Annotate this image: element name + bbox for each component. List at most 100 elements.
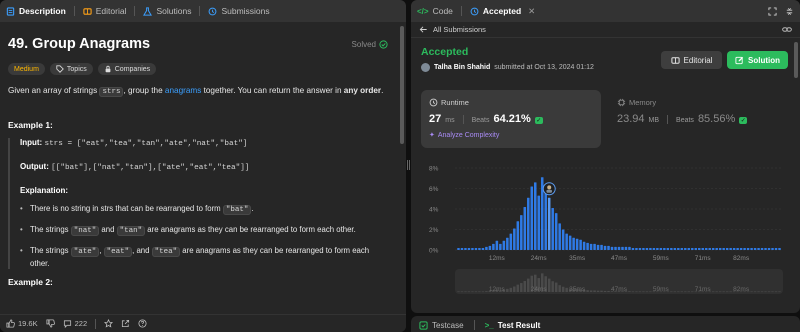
help-icon[interactable]	[138, 319, 147, 328]
comments-button[interactable]: 222	[63, 319, 87, 328]
chart-bar	[499, 243, 502, 250]
chart-bar	[474, 247, 478, 250]
chart-bar	[596, 244, 600, 250]
chart-bar	[488, 245, 492, 250]
tab-test-result[interactable]: >_ Test Result	[485, 321, 541, 330]
topics-button[interactable]: Topics	[49, 63, 93, 75]
analyze-complexity-button[interactable]: ✦ Analyze Complexity	[429, 131, 593, 140]
star-icon[interactable]	[104, 319, 114, 328]
maximize-icon[interactable]	[768, 6, 777, 16]
link-icon[interactable]	[782, 25, 792, 34]
input-value: strs = ["eat","tea","tan","ate","nat","b…	[44, 140, 248, 148]
avatar[interactable]	[421, 63, 430, 72]
runtime-card[interactable]: Runtime 27 ms Beats 64.21% ✓ ✦ Analyze C…	[421, 90, 601, 148]
chart-bar	[725, 247, 729, 250]
chart-bar	[715, 247, 718, 250]
panel-resize-handle[interactable]	[407, 160, 410, 170]
username[interactable]: Talha Bin Shahid	[434, 64, 490, 71]
overview-tick-label: 59ms	[653, 286, 670, 293]
result-scrollbar[interactable]	[794, 42, 798, 78]
history-icon	[470, 7, 479, 16]
tab-code[interactable]: </> Code	[417, 6, 453, 16]
tab-test-result-label: Test Result	[497, 320, 541, 330]
y-tick-label: 8%	[429, 166, 439, 173]
editorial-button[interactable]: Editorial	[661, 51, 722, 69]
inline-code: "nat"	[70, 226, 100, 236]
problem-tabbar: Description Editorial Solutions Submissi…	[0, 0, 406, 22]
stat-divider	[667, 114, 669, 124]
history-icon	[208, 7, 217, 16]
overview-bar	[561, 286, 565, 292]
chart-bar	[572, 237, 575, 250]
bullet-text: and	[99, 225, 117, 234]
tab-solutions[interactable]: Solutions	[143, 6, 191, 16]
tab-code-label: Code	[432, 6, 453, 16]
tab-editorial[interactable]: Editorial	[83, 6, 127, 16]
problem-statement: Given an array of strings strs, group th…	[8, 85, 388, 98]
memory-unit: MB	[648, 117, 660, 124]
tab-accepted-label: Accepted	[482, 6, 522, 16]
chart-bar	[593, 243, 596, 250]
tab-description[interactable]: Description	[6, 6, 66, 16]
thumbs-up-icon	[6, 319, 15, 328]
solution-button[interactable]: Solution	[727, 51, 788, 69]
overview-bar	[722, 291, 725, 293]
submission-time: submitted at Oct 13, 2024 01:12	[494, 64, 594, 71]
y-tick-label: 4%	[429, 207, 439, 214]
overview-bar	[558, 285, 561, 292]
overview-bar	[638, 291, 642, 293]
x-tick-label: 59ms	[653, 255, 670, 262]
runtime-row: 27 ms Beats 64.21% ✓	[429, 113, 593, 125]
arrow-left-icon[interactable]	[419, 25, 428, 34]
anagrams-link[interactable]: anagrams	[165, 86, 201, 95]
chart-bar	[533, 182, 537, 250]
chart-bar	[739, 247, 743, 250]
memory-row: 23.94 MB Beats 85.56% ✓	[617, 113, 780, 125]
like-button[interactable]: 19.6K	[6, 319, 38, 328]
chart-bar	[506, 237, 509, 250]
all-submissions-link[interactable]: All Submissions	[433, 25, 486, 34]
runtime-value: 27	[429, 113, 442, 125]
overview-bar	[767, 291, 771, 293]
list-item: The strings "ate", "eat", and "tea" are …	[20, 245, 388, 269]
tab-editorial-label: Editorial	[95, 6, 127, 16]
statement-text: together. You can return the answer in	[201, 86, 344, 95]
problem-title[interactable]: 49. Group Anagrams	[8, 36, 150, 52]
description-scrollbar[interactable]	[400, 26, 404, 144]
companies-button[interactable]: Companies	[97, 63, 157, 75]
share-icon[interactable]	[121, 319, 130, 328]
overview-bar	[457, 291, 460, 293]
chart-bar	[708, 247, 711, 250]
overview-bar	[593, 290, 596, 292]
submission-panel: </> Code Accepted ✕ All Submissions Acce…	[411, 0, 800, 313]
example-1-block: Input: strs = ["eat","tea","tan","ate","…	[8, 138, 388, 269]
statement-text: Given an array of strings	[8, 86, 100, 95]
runtime-beats-value: 64.21%	[493, 113, 531, 125]
close-icon[interactable]: ✕	[528, 6, 535, 17]
overview-bar	[635, 291, 638, 293]
overview-bar	[589, 290, 593, 292]
tab-accepted[interactable]: Accepted ✕	[470, 6, 535, 17]
tab-testcase[interactable]: Testcase	[419, 321, 464, 330]
overview-bar	[677, 291, 680, 293]
statement-text: , group the	[123, 86, 165, 95]
chart-bar	[659, 247, 663, 250]
console-tabbar: Testcase >_ Test Result	[411, 316, 800, 332]
tab-submissions[interactable]: Submissions	[208, 6, 270, 16]
overview-bar	[516, 284, 520, 292]
runtime-distribution-chart[interactable]: 8% 6% 4% 2% 0% 12ms 24ms 35ms 47ms 59ms 71ms 82ms 12…	[421, 156, 788, 306]
checkbox-icon	[419, 320, 428, 330]
overview-bar	[729, 291, 732, 293]
chart-bar	[565, 233, 568, 250]
y-tick-label: 0%	[429, 248, 439, 255]
chart-bar	[743, 247, 746, 250]
collapse-icon[interactable]	[785, 7, 794, 16]
code-icon: </>	[417, 6, 429, 16]
memory-card[interactable]: Memory 23.94 MB Beats 85.56% ✓	[609, 90, 788, 148]
overview-bar	[715, 291, 718, 293]
tab-divider	[473, 320, 475, 330]
bullet-text: are anagrams as they can be rearranged t…	[145, 225, 356, 234]
chart-bar	[558, 223, 561, 250]
bullet-text: There is no string in strs that can be r…	[30, 204, 223, 213]
dislike-button[interactable]	[46, 319, 55, 328]
